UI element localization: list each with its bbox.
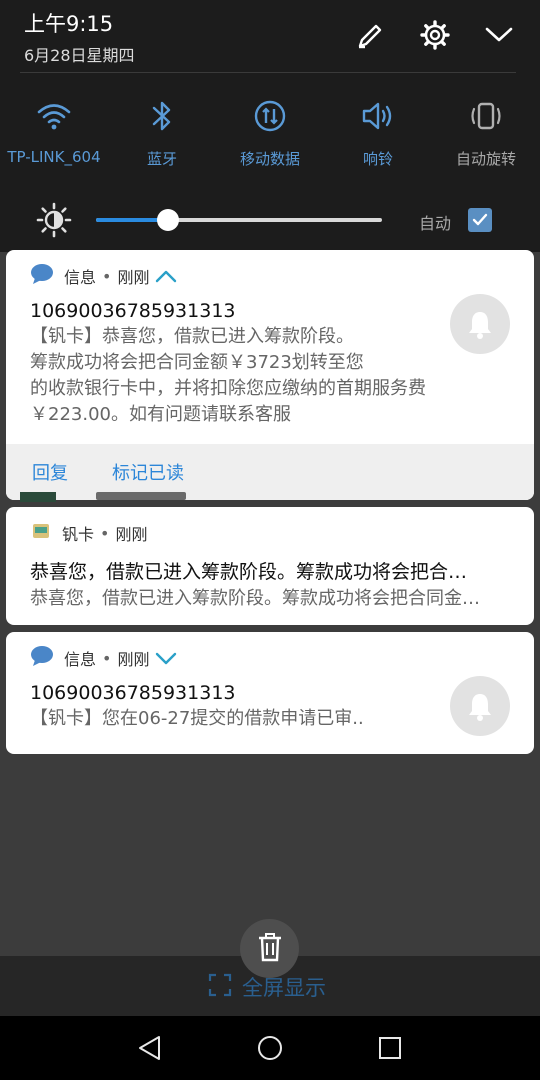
- brightness-icon: [36, 202, 72, 242]
- message-bubble-icon: [30, 645, 54, 671]
- notification-body: 恭喜您，借款已进入筹款阶段。筹款成功将会把合同金额￥3723划转至您的收款银行卡…: [30, 588, 482, 609]
- notification-body: 【钒卡】您在06-27提交的借款申请已审..: [30, 708, 364, 729]
- auto-brightness-checkbox[interactable]: [468, 208, 492, 232]
- auto-brightness-label: 自动: [419, 214, 452, 233]
- back-icon[interactable]: [135, 1033, 165, 1063]
- shade-top-actions: [354, 18, 516, 52]
- notification-card-message-expanded[interactable]: 信息 • 刚刚 10690036785931313 【钒卡】恭喜您，借款已进入筹…: [6, 250, 534, 500]
- notification-time: 刚刚: [115, 525, 148, 544]
- brightness-slider-handle[interactable]: [156, 209, 179, 231]
- qs-label-mobile-data: 移动数据: [239, 150, 300, 168]
- notification-time: 刚刚: [117, 650, 150, 669]
- notification-body: 【钒卡】恭喜您，借款已进入筹款阶段。 筹款成功将会把合同金额￥3723划转至您 …: [6, 324, 476, 428]
- notification-body-line: 筹款成功将会把合同金额￥3723划转至您: [30, 352, 364, 373]
- notification-card-app[interactable]: 钒卡 • 刚刚 恭喜您，借款已进入筹款阶段。筹款成功将会把合同金额￥3723划转…: [6, 507, 534, 625]
- brightness-slider[interactable]: [96, 209, 382, 231]
- chevron-up-icon[interactable]: [155, 269, 177, 283]
- edit-icon[interactable]: [354, 18, 388, 52]
- quick-settings-row: TP-LINK_604 蓝牙 移动数据 响铃 自动旋转: [0, 96, 540, 169]
- notification-card-message[interactable]: 信息 • 刚刚 10690036785931313 【钒卡】您在06-27提交的…: [6, 632, 534, 754]
- notification-title: 恭喜您，借款已进入筹款阶段。筹款成功将会把合同金额￥3723划转至您的收款银行卡…: [30, 561, 482, 583]
- notification-body-line: ￥223.00。如有问题请联系客服: [30, 404, 291, 425]
- clock-time: 上午9:15: [24, 12, 114, 36]
- notification-header: 信息 • 刚刚: [6, 646, 534, 670]
- auto-rotate-icon: [466, 96, 506, 136]
- wifi-icon: [34, 96, 74, 136]
- fullscreen-label: 全屏显示: [242, 976, 326, 1000]
- navigation-bar: [0, 1016, 540, 1080]
- notification-app-name: 信息: [64, 650, 97, 669]
- notification-body-line: 【钒卡】恭喜您，借款已进入筹款阶段。: [30, 326, 354, 347]
- bluetooth-icon: [142, 96, 182, 136]
- qs-tile-auto-rotate[interactable]: 自动旋转: [432, 96, 540, 169]
- header-divider: [20, 72, 516, 73]
- fullscreen-icon: [208, 973, 232, 1002]
- qs-label-bluetooth: 蓝牙: [146, 150, 177, 168]
- clear-all-button[interactable]: [240, 919, 299, 978]
- qs-label-sound: 响铃: [362, 150, 393, 168]
- qs-tile-wifi[interactable]: TP-LINK_604: [0, 96, 108, 169]
- notification-body-line: 的收款银行卡中，并将扣除您应缴纳的首期服务费: [30, 378, 426, 399]
- trash-icon: [256, 932, 284, 966]
- home-icon[interactable]: [255, 1033, 285, 1063]
- qs-tile-bluetooth[interactable]: 蓝牙: [108, 96, 216, 169]
- recents-icon[interactable]: [375, 1033, 405, 1063]
- clock-date: 6月28日星期四: [24, 46, 135, 65]
- hidden-notification-fragment: [20, 492, 200, 508]
- chevron-down-icon[interactable]: [155, 651, 177, 665]
- qs-tile-sound[interactable]: 响铃: [324, 96, 432, 169]
- app-icon: [30, 520, 52, 546]
- qs-tile-mobile-data[interactable]: 移动数据: [216, 96, 324, 169]
- notification-header: 信息 • 刚刚: [6, 264, 534, 288]
- notification-separator: •: [102, 648, 112, 668]
- mark-read-button[interactable]: 标记已读: [112, 459, 184, 485]
- notification-time: 刚刚: [117, 268, 150, 287]
- notification-separator: •: [100, 523, 110, 543]
- reply-button[interactable]: 回复: [32, 459, 68, 485]
- notification-app-name: 信息: [64, 268, 97, 287]
- bell-icon[interactable]: [450, 294, 510, 354]
- notification-header: 钒卡 • 刚刚: [6, 521, 534, 545]
- brightness-row: 自动: [0, 200, 540, 240]
- chevron-down-icon[interactable]: [482, 18, 516, 52]
- volume-icon: [358, 96, 398, 136]
- notification-app-name: 钒卡: [62, 525, 95, 544]
- qs-label-auto-rotate: 自动旋转: [455, 150, 516, 168]
- message-bubble-icon: [30, 263, 54, 289]
- mobile-data-icon: [250, 96, 290, 136]
- gear-icon[interactable]: [418, 18, 452, 52]
- bell-icon[interactable]: [450, 676, 510, 736]
- notification-separator: •: [102, 266, 112, 286]
- qs-label-wifi: TP-LINK_604: [7, 148, 101, 166]
